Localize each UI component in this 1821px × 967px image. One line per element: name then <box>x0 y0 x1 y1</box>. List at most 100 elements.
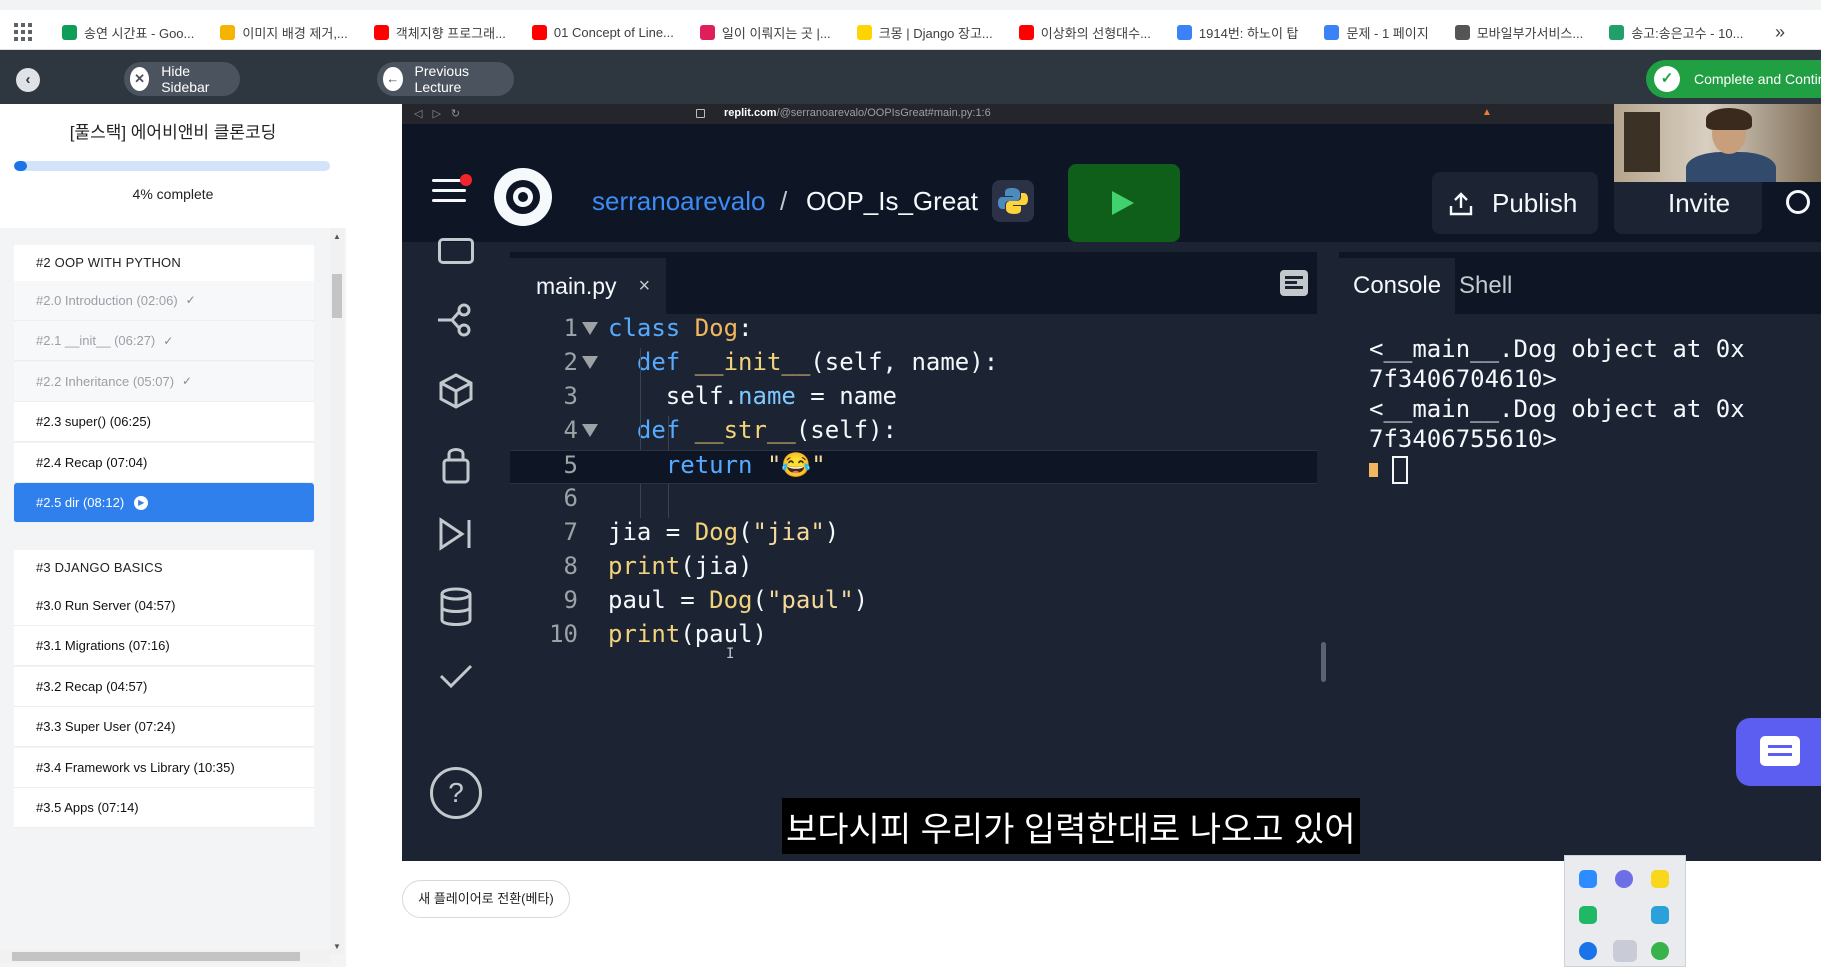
sidebar-lecture-item[interactable]: #2.2 Inheritance (05:07) ✓ <box>14 361 314 402</box>
sidebar-lecture-item[interactable]: #3.5 Apps (07:14) <box>14 788 314 828</box>
sidebar-lecture-item[interactable]: #2.5 dir (08:12) ▶ <box>14 483 314 523</box>
repl-name: OOP_Is_Great <box>806 186 978 216</box>
sidebar-lecture-item[interactable]: #3.1 Migrations (07:16) <box>14 626 314 666</box>
system-tray-popup <box>1564 855 1686 967</box>
sidebar-hscroll-thumb[interactable] <box>12 952 300 961</box>
bookmark-item[interactable]: 일이 이뤄지는 곳 |... <box>699 23 831 42</box>
lecture-label: #2.3 super() (06:25) <box>36 414 151 429</box>
code-line: 3 self.name = name <box>510 382 1317 416</box>
bookmark-item[interactable]: 모바일부가서비스... <box>1454 23 1584 42</box>
bookmarks-more-button[interactable]: » <box>1775 22 1785 43</box>
bookmark-favicon-icon <box>220 24 236 40</box>
unit-tests-check-icon <box>438 658 474 694</box>
chat-button[interactable] <box>1736 718 1821 786</box>
previous-lecture-label: Previous Lecture <box>414 63 469 95</box>
pen-tool-icon[interactable] <box>1613 940 1637 962</box>
bookmark-item[interactable]: 이미지 배경 제거,... <box>220 23 348 42</box>
bookmark-favicon-icon <box>699 24 715 40</box>
bookmark-item[interactable]: 문제 - 1 페이지 <box>1324 23 1429 42</box>
lecture-video[interactable]: ◁▷↻ replit.com/@serranoarevalo/OOPIsGrea… <box>402 104 1821 861</box>
complete-and-continue-button[interactable]: ✓ Complete and Continue <box>1646 60 1821 98</box>
console-output: <__main__.Dog object at 0x 7f3406704610> <… <box>1369 334 1809 484</box>
indent-guide <box>640 484 641 518</box>
settings-gear-icon[interactable] <box>1615 870 1633 888</box>
line-number: 10 <box>549 620 578 648</box>
bookmark-label: 1914번: 하노이 탑 <box>1198 25 1299 41</box>
sidebar-lecture-item[interactable]: #2.4 Recap (07:04) <box>14 442 314 483</box>
sidebar-vertical-scrollbar[interactable]: ▲ ▼ <box>330 124 344 954</box>
fold-arrow-icon <box>582 356 598 369</box>
video-browser-urlbar: ◁▷↻ replit.com/@serranoarevalo/OOPIsGrea… <box>402 104 1821 124</box>
bookmark-favicon-icon <box>1176 24 1192 40</box>
sidebar-lecture-item[interactable]: #3.2 Recap (04:57) <box>14 666 314 707</box>
bookmark-item[interactable]: 객체지향 프로그래... <box>373 23 506 42</box>
bookmark-item[interactable]: 1914번: 하노이 탑 <box>1176 23 1299 42</box>
line-number: 7 <box>563 518 578 546</box>
completed-check-icon: ✓ <box>182 374 193 388</box>
course-sidebar: #1.2 Start Project (04:33)✓#2 OOP WITH P… <box>0 104 346 967</box>
now-playing-icon: ▶ <box>134 495 149 510</box>
lecture-label: #3.4 Framework vs Library (10:35) <box>36 759 235 775</box>
zoom-icon[interactable] <box>1579 870 1597 888</box>
check-status-icon[interactable] <box>1651 942 1669 960</box>
bookmark-label: 문제 - 1 페이지 <box>1346 25 1429 41</box>
apps-grid-icon[interactable] <box>14 23 36 41</box>
scroll-up-arrow-icon[interactable]: ▲ <box>333 232 341 241</box>
code-text: print(jia) <box>608 552 753 580</box>
format-code-icon <box>1280 270 1308 296</box>
bookmark-label: 이상화의 선형대수... <box>1040 25 1151 41</box>
line-number: 3 <box>563 382 578 410</box>
kakaotalk-icon[interactable] <box>1651 870 1669 888</box>
publish-label: Publish <box>1492 187 1578 218</box>
bookmark-label: 송연 시간표 - Goo... <box>84 25 195 41</box>
scroll-down-arrow-icon[interactable]: ▼ <box>333 942 341 951</box>
completed-check-icon: ✓ <box>163 333 174 348</box>
editor-scroll-thumb <box>1321 642 1326 682</box>
repl-owner: serranoarevalo <box>592 186 766 216</box>
sidebar-lecture-item[interactable]: #3.4 Framework vs Library (10:35) <box>14 747 314 788</box>
hide-sidebar-button[interactable]: ✕ Hide Sidebar <box>124 62 240 96</box>
debugger-icon <box>438 516 474 552</box>
video-url: replit.com/@serranoarevalo/OOPIsGreat#ma… <box>724 107 991 119</box>
browser-top-strip <box>0 0 1821 10</box>
course-title: [풀스택] 에어비앤비 클론코딩 <box>69 123 277 142</box>
kutools-icon[interactable] <box>1579 906 1597 924</box>
help-icon: ? <box>430 767 482 819</box>
line-number: 5 <box>563 451 578 479</box>
bookmark-item[interactable]: 01 Concept of Line... <box>531 24 674 40</box>
instructor-webcam <box>1614 104 1821 182</box>
completed-check-icon: ✓ <box>185 293 196 307</box>
prompt-caret-icon <box>1369 463 1378 477</box>
bookmark-item[interactable]: 송연 시간표 - Goo... <box>62 23 194 42</box>
notification-dot-icon <box>460 174 472 186</box>
switch-player-button[interactable]: 새 플레이어로 전환(베타) <box>402 880 570 918</box>
previous-lecture-button[interactable]: ← Previous Lecture <box>377 62 514 96</box>
bookmark-item[interactable]: 송고:송은고수 - 10... <box>1609 23 1743 42</box>
replit-header: serranoarevalo / OOP_Is_Great Publish In… <box>402 124 1821 242</box>
search-icon <box>1786 190 1810 214</box>
course-progress-fill <box>14 161 27 171</box>
sidebar-lecture-item[interactable]: #3.0 Run Server (04:57) <box>14 585 314 626</box>
bookmark-item[interactable]: 크몽 | Django 장고... <box>856 23 993 42</box>
brave-shield-icon: ▲ <box>1482 107 1492 118</box>
bookmark-item[interactable]: 이상화의 선형대수... <box>1018 23 1151 42</box>
sidebar-lecture-item[interactable]: #2.1 __init__ (06:27) ✓ <box>14 321 314 361</box>
bookmark-label: 모바일부가서비스... <box>1476 25 1584 41</box>
sidebar-scroll-thumb[interactable] <box>332 274 342 318</box>
sidebar-lecture-item[interactable]: #3.3 Super User (07:24) <box>14 707 314 747</box>
back-arrow-icon[interactable]: ‹ <box>16 68 40 92</box>
line-number: 6 <box>563 484 578 512</box>
progress-label: 4% complete <box>132 186 214 202</box>
sidebar-horizontal-scrollbar[interactable] <box>0 950 330 963</box>
bookmark-label: 일이 이뤄지는 곳 |... <box>721 25 831 41</box>
lecture-label: #2.2 Inheritance (05:07) <box>36 373 175 389</box>
bookmark-favicon-icon <box>856 24 872 40</box>
replit-tool-rail: ? <box>416 238 492 848</box>
line-number: 1 <box>563 314 578 342</box>
security-shield-icon[interactable] <box>1651 906 1669 924</box>
checkmark-icon: ✓ <box>1654 66 1680 92</box>
sidebar-lecture-item[interactable]: #2.3 super() (06:25) <box>14 402 314 442</box>
chat-bubble-icon <box>1760 736 1800 766</box>
sidebar-lecture-item[interactable]: #2.0 Introduction (02:06) ✓ <box>14 280 314 321</box>
bluetooth-icon[interactable] <box>1579 942 1597 960</box>
